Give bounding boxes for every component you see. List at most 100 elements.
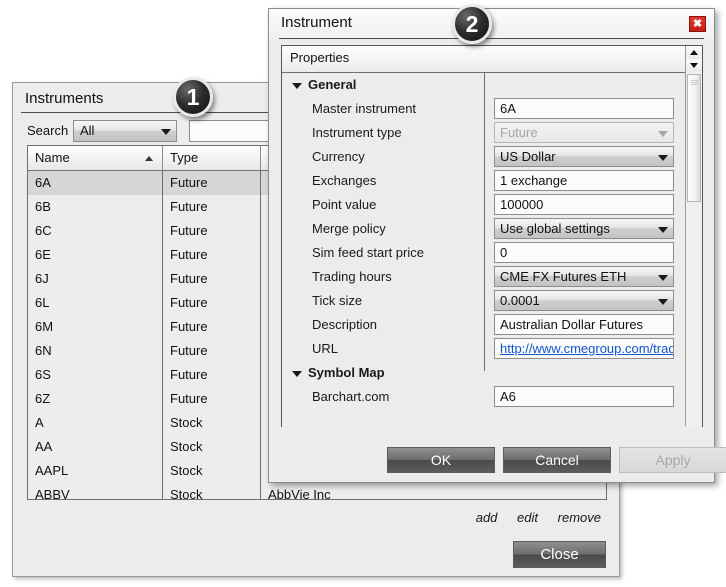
- cell-type: Stock: [163, 435, 261, 459]
- property-value: Australian Dollar Futures: [500, 317, 643, 332]
- properties-rows: GeneralMaster instrument6AInstrument typ…: [282, 73, 702, 409]
- cell-name: AAPL: [28, 459, 163, 483]
- cell-name: 6N: [28, 339, 163, 363]
- instrument-type-select: Future: [494, 122, 674, 143]
- url-link[interactable]: http://www.cmegroup.com/tradi: [494, 338, 674, 359]
- ok-button[interactable]: OK: [387, 447, 495, 473]
- property-group-label: General: [308, 77, 356, 92]
- cell-type: Future: [163, 267, 261, 291]
- merge-policy-select[interactable]: Use global settings: [494, 218, 674, 239]
- chevron-down-icon: [292, 371, 302, 377]
- column-header-type-label: Type: [170, 150, 198, 165]
- property-label: Point value: [312, 197, 376, 212]
- property-label: Currency: [312, 149, 365, 164]
- chevron-down-icon: [658, 275, 668, 281]
- property-value: 100000: [500, 197, 543, 212]
- property-row: Exchanges 1 exchange: [282, 169, 702, 193]
- cell-name: 6Z: [28, 387, 163, 411]
- property-label: URL: [312, 341, 338, 356]
- master-instrument-field[interactable]: 6A: [494, 98, 674, 119]
- property-label: Merge policy: [312, 221, 386, 236]
- property-label: Description: [312, 317, 377, 332]
- property-group-symbol-map[interactable]: Symbol Map: [282, 361, 702, 385]
- cell-name: 6S: [28, 363, 163, 387]
- actions-row: add edit remove: [460, 510, 601, 525]
- remove-link[interactable]: remove: [558, 510, 601, 525]
- barchart-com-field[interactable]: A6: [494, 386, 674, 407]
- property-row: Point value 100000: [282, 193, 702, 217]
- titlebar-divider: [279, 38, 704, 39]
- close-button[interactable]: Close: [513, 541, 606, 568]
- sim-feed-start-price-field[interactable]: 0: [494, 242, 674, 263]
- cell-type: Stock: [163, 459, 261, 483]
- scroll-up-button[interactable]: [686, 46, 702, 59]
- cell-name: 6E: [28, 243, 163, 267]
- properties-scrollbar[interactable]: [685, 46, 702, 426]
- cell-type: Future: [163, 219, 261, 243]
- table-row[interactable]: ABBVStockAbbVie Inc: [28, 483, 606, 500]
- exchanges-field[interactable]: 1 exchange: [494, 170, 674, 191]
- cell-name: 6J: [28, 267, 163, 291]
- cell-name: 6M: [28, 315, 163, 339]
- search-filter-select[interactable]: All: [73, 120, 177, 142]
- tick-size-select[interactable]: 0.0001: [494, 290, 674, 311]
- cell-type: Future: [163, 339, 261, 363]
- property-label: Instrument type: [312, 125, 402, 140]
- currency-select[interactable]: US Dollar: [494, 146, 674, 167]
- cell-type: Future: [163, 363, 261, 387]
- property-label: Tick size: [312, 293, 362, 308]
- point-value-field[interactable]: 100000: [494, 194, 674, 215]
- cell-name: 6B: [28, 195, 163, 219]
- property-value: CME FX Futures ETH: [500, 269, 626, 284]
- cell-type: Future: [163, 195, 261, 219]
- property-row: Trading hours CME FX Futures ETH: [282, 265, 702, 289]
- property-group-label: Symbol Map: [308, 365, 385, 380]
- instrument-dialog: Instrument ✖ Properties General Master in…: [268, 8, 715, 483]
- scrollbar-track[interactable]: [686, 72, 702, 426]
- property-label: Trading hours: [312, 269, 392, 284]
- sort-ascending-icon: [145, 156, 153, 161]
- apply-button: Apply: [619, 447, 726, 473]
- cell-type: Future: [163, 291, 261, 315]
- scroll-down-button[interactable]: [686, 59, 702, 72]
- property-value: A6: [500, 389, 516, 404]
- cell-type: Future: [163, 315, 261, 339]
- description-field[interactable]: Australian Dollar Futures: [494, 314, 674, 335]
- property-row: Instrument type Future: [282, 121, 702, 145]
- cancel-button[interactable]: Cancel: [503, 447, 611, 473]
- cell-name: 6L: [28, 291, 163, 315]
- properties-header-label: Properties: [290, 50, 349, 65]
- cell-type: Stock: [163, 411, 261, 435]
- column-header-type[interactable]: Type: [163, 146, 261, 170]
- close-icon[interactable]: ✖: [689, 16, 706, 32]
- scrollbar-thumb[interactable]: [687, 74, 701, 202]
- property-label: Sim feed start price: [312, 245, 424, 260]
- property-label: Master instrument: [312, 101, 416, 116]
- property-row: Barchart.comA6: [282, 385, 702, 409]
- property-value: 0.0001: [500, 293, 540, 308]
- chevron-down-icon: [292, 83, 302, 89]
- cell-type: Future: [163, 387, 261, 411]
- cell-type: Stock: [163, 483, 261, 500]
- triangle-down-icon: [690, 63, 698, 68]
- property-value: 0: [500, 245, 507, 260]
- property-row: Currency US Dollar: [282, 145, 702, 169]
- search-filter-value: All: [80, 123, 94, 138]
- trading-hours-select[interactable]: CME FX Futures ETH: [494, 266, 674, 287]
- chevron-down-icon: [658, 299, 668, 305]
- property-value: Use global settings: [500, 221, 610, 236]
- properties-body: GeneralMaster instrument6AInstrument typ…: [282, 73, 702, 427]
- dialog-title: Instrument: [281, 14, 352, 31]
- property-value: US Dollar: [500, 149, 556, 164]
- edit-link[interactable]: edit: [517, 510, 538, 525]
- cell-description: AbbVie Inc: [261, 483, 606, 500]
- property-value: Future: [500, 125, 538, 140]
- property-group-general[interactable]: General: [282, 73, 702, 97]
- triangle-up-icon: [690, 50, 698, 55]
- cell-name: ABBV: [28, 483, 163, 500]
- column-header-name[interactable]: Name: [28, 146, 163, 170]
- property-label: Exchanges: [312, 173, 376, 188]
- add-link[interactable]: add: [476, 510, 498, 525]
- properties-panel: Properties GeneralMaster instrument6AIns…: [281, 45, 703, 427]
- chevron-down-icon: [658, 131, 668, 137]
